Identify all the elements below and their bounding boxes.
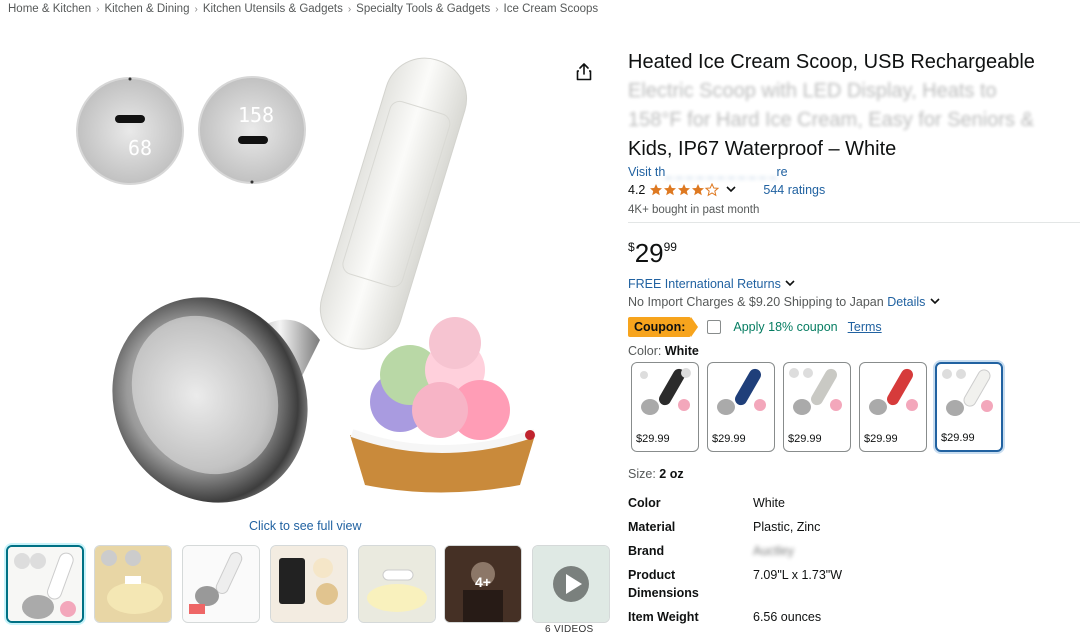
color-swatch-blue[interactable]: $29.99	[707, 362, 775, 452]
chevron-down-icon	[785, 280, 795, 287]
spec-value: Auctley	[753, 542, 1053, 560]
price-symbol: $	[628, 240, 635, 254]
thumbnail-3[interactable]	[182, 545, 260, 623]
ratings-count-link[interactable]: 544 ratings	[763, 183, 825, 197]
color-swatch-white[interactable]: $29.99	[935, 362, 1003, 452]
store-link-start: Visit th	[628, 165, 666, 179]
size-selection-label: Size: 2 oz	[628, 467, 684, 481]
chevron-down-icon[interactable]	[725, 183, 737, 197]
price: $2999	[628, 238, 677, 269]
more-images-count: 4+	[475, 574, 491, 590]
spec-key: Material	[628, 520, 676, 534]
screen-readout-right: 158	[238, 103, 274, 127]
swatch-price: $29.99	[864, 433, 898, 445]
coupon-badge: Coupon:	[628, 317, 699, 337]
thumbnail-4[interactable]	[270, 545, 348, 623]
spec-value: 6.56 ounces	[753, 610, 822, 624]
video-thumbnail[interactable]	[532, 545, 610, 623]
spec-key: Item Weight	[628, 610, 699, 624]
brand-value-redacted: Auctley	[753, 544, 794, 558]
videos-count-label[interactable]: 6 VIDEOS	[545, 624, 594, 633]
color-selection-label: Color: White	[628, 344, 699, 358]
divider	[628, 222, 1080, 223]
spec-key: Brand	[628, 544, 665, 558]
spec-value: 7.09"L x 1.73"W	[753, 568, 843, 582]
coupon-row: Coupon: Apply 18% coupon Terms	[628, 317, 882, 337]
bought-past-month: 4K+ bought in past month	[628, 204, 760, 216]
coupon-terms-link[interactable]: Terms	[848, 320, 882, 334]
color-swatch-red[interactable]: $29.99	[859, 362, 927, 452]
product-title-line-3: 158°F for Hard Ice Cream, Easy for Senio…	[628, 109, 1034, 131]
star-rating[interactable]	[649, 183, 721, 197]
store-link-end: re	[776, 165, 788, 179]
thumbnail-1[interactable]	[6, 545, 84, 623]
shipping-text: No Import Charges & $9.20 Shipping to Ja…	[628, 295, 884, 309]
product-title: Heated Ice Cream Scoop, USB Rechargeable…	[628, 48, 1076, 164]
thumbnail-strip: 4+	[6, 545, 610, 623]
shipping-info: No Import Charges & $9.20 Shipping to Ja…	[628, 295, 941, 309]
breadcrumb-ice-cream-scoops[interactable]: Ice Cream Scoops	[504, 3, 599, 15]
swatch-price: $29.99	[941, 432, 975, 444]
swatch-price: $29.99	[788, 433, 822, 445]
product-title-line-1: Heated Ice Cream Scoop, USB Rechargeable	[628, 51, 1035, 73]
breadcrumb-separator: ›	[194, 4, 198, 15]
thumbnail-5[interactable]	[358, 545, 436, 623]
color-swatch-gray[interactable]: $29.99	[783, 362, 851, 452]
thumbnail-more[interactable]: 4+	[444, 545, 522, 623]
price-fraction: 99	[663, 240, 677, 254]
spec-value: White	[753, 496, 785, 510]
breadcrumb-separator: ›	[495, 4, 499, 15]
color-value: White	[664, 344, 699, 358]
breadcrumb-kitchen-dining[interactable]: Kitchen & Dining	[104, 3, 189, 15]
visit-store-link[interactable]: Visit th_ _ _ _ _ _ _ _ _ _ _re	[628, 165, 788, 179]
product-title-line-2: Electric Scoop with LED Display, Heats t…	[628, 80, 997, 102]
color-label: Color:	[628, 344, 662, 358]
stars-icon	[650, 183, 720, 197]
charging-port-closeup: 68	[76, 77, 184, 185]
apply-coupon-label[interactable]: Apply 18% coupon	[733, 320, 837, 334]
thumbnail-2[interactable]	[94, 545, 172, 623]
breadcrumb-specialty-tools[interactable]: Specialty Tools & Gadgets	[356, 3, 490, 15]
breadcrumb: Home & Kitchen › Kitchen & Dining › Kitchen …	[8, 3, 598, 15]
breadcrumb-home-kitchen[interactable]: Home & Kitchen	[8, 3, 91, 15]
color-swatch-black[interactable]: $29.99	[631, 362, 699, 452]
breadcrumb-separator: ›	[347, 4, 352, 15]
shipping-details-link[interactable]: Details	[887, 295, 925, 309]
size-label: Size:	[628, 467, 656, 481]
swatch-price: $29.99	[712, 433, 746, 445]
main-product-image[interactable]: 68 158	[60, 40, 580, 510]
led-display-closeup: 158	[198, 76, 306, 184]
intl-returns-label: FREE International Returns	[628, 277, 781, 291]
international-returns-link[interactable]: FREE International Returns	[628, 277, 796, 291]
rating-row: 4.2 544 ratings	[628, 183, 825, 197]
coupon-checkbox[interactable]	[707, 320, 722, 334]
spec-key: Color	[628, 496, 661, 510]
scoop-handle	[319, 57, 468, 350]
breadcrumb-utensils[interactable]: Kitchen Utensils & Gadgets	[203, 3, 343, 15]
store-link-redacted: _ _ _ _ _ _ _ _ _ _ _	[665, 165, 777, 179]
breadcrumb-separator: ›	[96, 4, 100, 15]
product-title-line-4: Kids, IP67 Waterproof – White	[628, 138, 897, 160]
rating-value: 4.2	[628, 183, 646, 197]
spec-value: Plastic, Zinc	[753, 520, 821, 534]
chevron-down-icon[interactable]	[929, 296, 941, 306]
spec-key: Product Dimensions	[628, 568, 699, 600]
see-full-view-link[interactable]: Click to see full view	[249, 519, 362, 533]
screen-readout-left: 68	[128, 136, 152, 160]
price-whole: 29	[634, 238, 664, 268]
swatch-price: $29.99	[636, 433, 670, 445]
size-value: 2 oz	[659, 467, 684, 481]
